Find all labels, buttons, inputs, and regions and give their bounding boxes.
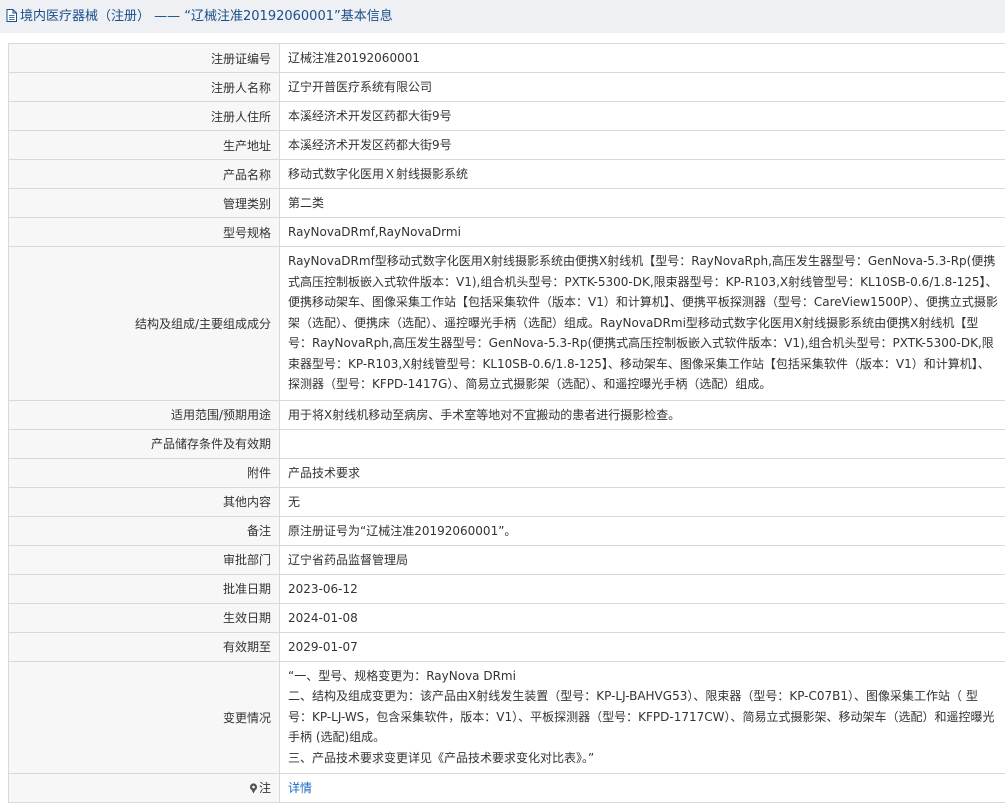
row-label: 注册人名称 <box>9 73 280 102</box>
table-row-change: 变更情况 “一、型号、规格变更为：RayNova DRmi 二、结构及组成变更为… <box>9 661 1005 774</box>
row-label: 产品名称 <box>9 160 280 189</box>
table-row: 备注 原注册证号为“辽械注准20192060001”。 <box>9 516 1005 545</box>
page-header: 境内医疗器械（注册） —— “辽械注准20192060001”基本信息 <box>0 0 1005 33</box>
table-row: 注册人名称 辽宁开普医疗系统有限公司 <box>9 73 1005 102</box>
row-label: 审批部门 <box>9 545 280 574</box>
table-row: 适用范围/预期用途 用于将X射线机移动至病房、手术室等地对不宜搬动的患者进行摄影… <box>9 400 1005 429</box>
table-row: 注册人住所 本溪经济术开发区药都大街9号 <box>9 102 1005 131</box>
table-row: 附件 产品技术要求 <box>9 458 1005 487</box>
change-line-2: 二、结构及组成变更为：该产品由X射线发生装置（型号：KP-LJ-BAHVG53）… <box>288 686 999 748</box>
info-table: 注册证编号 辽械注准20192060001 注册人名称 辽宁开普医疗系统有限公司… <box>8 43 1005 803</box>
info-table-wrapper: 注册证编号 辽械注准20192060001 注册人名称 辽宁开普医疗系统有限公司… <box>0 33 1005 803</box>
detail-link[interactable]: 详情 <box>288 781 312 795</box>
page-title: 境内医疗器械（注册） —— “辽械注准20192060001”基本信息 <box>20 9 393 24</box>
row-value: RayNovaDRmf型移动式数字化医用X射线摄影系统由便携X射线机【型号：Ra… <box>280 247 1005 401</box>
row-label: 型号规格 <box>9 218 280 247</box>
pin-icon <box>249 783 258 797</box>
table-row: 有效期至 2029-01-07 <box>9 632 1005 661</box>
row-label: 有效期至 <box>9 632 280 661</box>
row-label: 管理类别 <box>9 189 280 218</box>
row-value: 2023-06-12 <box>280 574 1005 603</box>
note-label-cell: 注 <box>9 774 280 803</box>
table-row: 审批部门 辽宁省药品监督管理局 <box>9 545 1005 574</box>
table-row: 产品储存条件及有效期 <box>9 429 1005 458</box>
row-label: 适用范围/预期用途 <box>9 400 280 429</box>
row-value: 2029-01-07 <box>280 632 1005 661</box>
table-row: 其他内容 无 <box>9 487 1005 516</box>
row-value: 移动式数字化医用Ｘ射线摄影系统 <box>280 160 1005 189</box>
note-value: 详情 <box>280 774 1005 803</box>
row-label: 附件 <box>9 458 280 487</box>
row-label: 注册证编号 <box>9 44 280 73</box>
change-value: “一、型号、规格变更为：RayNova DRmi 二、结构及组成变更为：该产品由… <box>280 661 1005 774</box>
row-label: 备注 <box>9 516 280 545</box>
note-label: 注 <box>259 781 271 795</box>
row-value: 辽宁开普医疗系统有限公司 <box>280 73 1005 102</box>
change-label: 变更情况 <box>9 661 280 774</box>
row-label: 生效日期 <box>9 603 280 632</box>
table-row: 产品名称 移动式数字化医用Ｘ射线摄影系统 <box>9 160 1005 189</box>
row-value: RayNovaDRmf,RayNovaDrmi <box>280 218 1005 247</box>
row-label: 生产地址 <box>9 131 280 160</box>
row-value <box>280 429 1005 458</box>
row-value: 用于将X射线机移动至病房、手术室等地对不宜搬动的患者进行摄影检查。 <box>280 400 1005 429</box>
row-value: 本溪经济术开发区药都大街9号 <box>280 102 1005 131</box>
table-row: 生产地址 本溪经济术开发区药都大街9号 <box>9 131 1005 160</box>
row-label: 其他内容 <box>9 487 280 516</box>
table-row: 管理类别 第二类 <box>9 189 1005 218</box>
row-label: 注册人住所 <box>9 102 280 131</box>
row-value: 产品技术要求 <box>280 458 1005 487</box>
table-row: 生效日期 2024-01-08 <box>9 603 1005 632</box>
row-label: 产品储存条件及有效期 <box>9 429 280 458</box>
row-value: 2024-01-08 <box>280 603 1005 632</box>
row-value: 辽械注准20192060001 <box>280 44 1005 73</box>
table-row: 结构及组成/主要组成成分 RayNovaDRmf型移动式数字化医用X射线摄影系统… <box>9 247 1005 401</box>
row-value: 辽宁省药品监督管理局 <box>280 545 1005 574</box>
change-line-3: 三、产品技术要求变更详见《产品技术要求变化对比表》。” <box>288 748 999 769</box>
change-line-1: “一、型号、规格变更为：RayNova DRmi <box>288 666 999 687</box>
row-value: 第二类 <box>280 189 1005 218</box>
document-icon <box>6 2 17 35</box>
row-value: 本溪经济术开发区药都大街9号 <box>280 131 1005 160</box>
table-row: 型号规格 RayNovaDRmf,RayNovaDrmi <box>9 218 1005 247</box>
table-row-note: 注 详情 <box>9 774 1005 803</box>
row-value: 无 <box>280 487 1005 516</box>
row-label: 批准日期 <box>9 574 280 603</box>
table-row: 批准日期 2023-06-12 <box>9 574 1005 603</box>
table-row: 注册证编号 辽械注准20192060001 <box>9 44 1005 73</box>
row-value: 原注册证号为“辽械注准20192060001”。 <box>280 516 1005 545</box>
row-label: 结构及组成/主要组成成分 <box>9 247 280 401</box>
